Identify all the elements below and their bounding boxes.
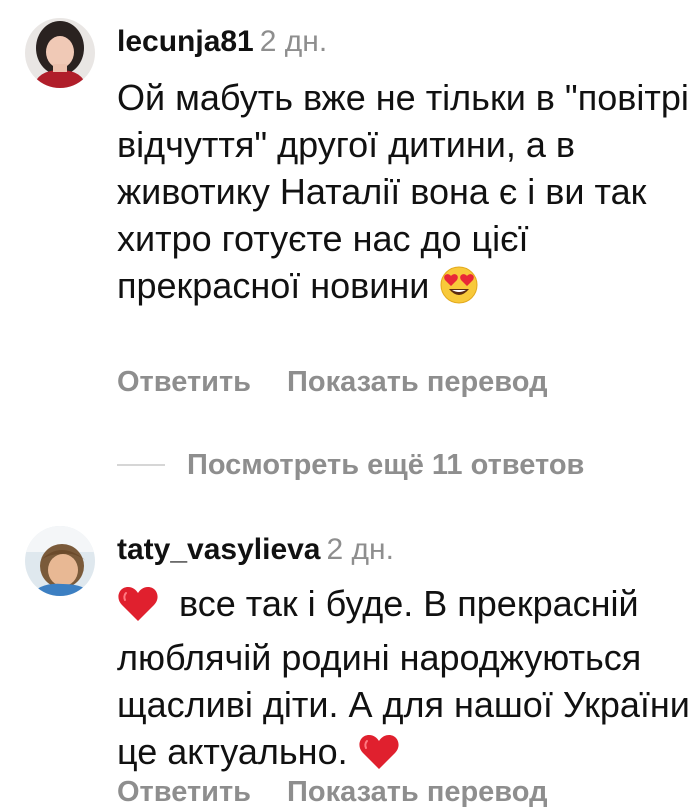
avatar[interactable] [25, 18, 95, 88]
comment-header: lecunja81 2 дн. [117, 24, 327, 60]
comment-time: 2 дн. [259, 25, 328, 58]
avatar-photo [25, 526, 95, 596]
avatar[interactable] [25, 526, 95, 596]
red-heart-icon [117, 585, 159, 634]
avatar-photo [25, 18, 95, 88]
comment-text: Ой мабуть вже не тільки в "повітрі відчу… [117, 74, 692, 316]
view-more-replies-label[interactable]: Посмотреть ещё 11 ответов [187, 449, 584, 482]
username[interactable]: lecunja81 [117, 25, 254, 58]
heart-eyes-emoji-icon [439, 265, 479, 316]
comment-body: Ой мабуть вже не тільки в "повітрі відчу… [117, 77, 689, 306]
replies-divider [117, 464, 165, 466]
comment-time: 2 дн. [326, 533, 394, 566]
comment-actions: Ответить Показать перевод [117, 364, 548, 400]
reply-button[interactable]: Ответить [117, 776, 251, 808]
comment-body: все так і буде. В прекрасній люблячій ро… [117, 583, 690, 772]
comment-header: taty_vasylieva 2 дн. [117, 532, 394, 568]
comment-text: все так і буде. В прекрасній люблячій ро… [117, 580, 692, 782]
comment-actions: Ответить Показать перевод [117, 774, 548, 810]
view-more-replies[interactable]: Посмотреть ещё 11 ответов [117, 447, 584, 483]
show-translation-button[interactable]: Показать перевод [287, 366, 547, 398]
reply-button[interactable]: Ответить [117, 366, 251, 398]
username[interactable]: taty_vasylieva [117, 533, 321, 566]
show-translation-button[interactable]: Показать перевод [287, 776, 547, 808]
